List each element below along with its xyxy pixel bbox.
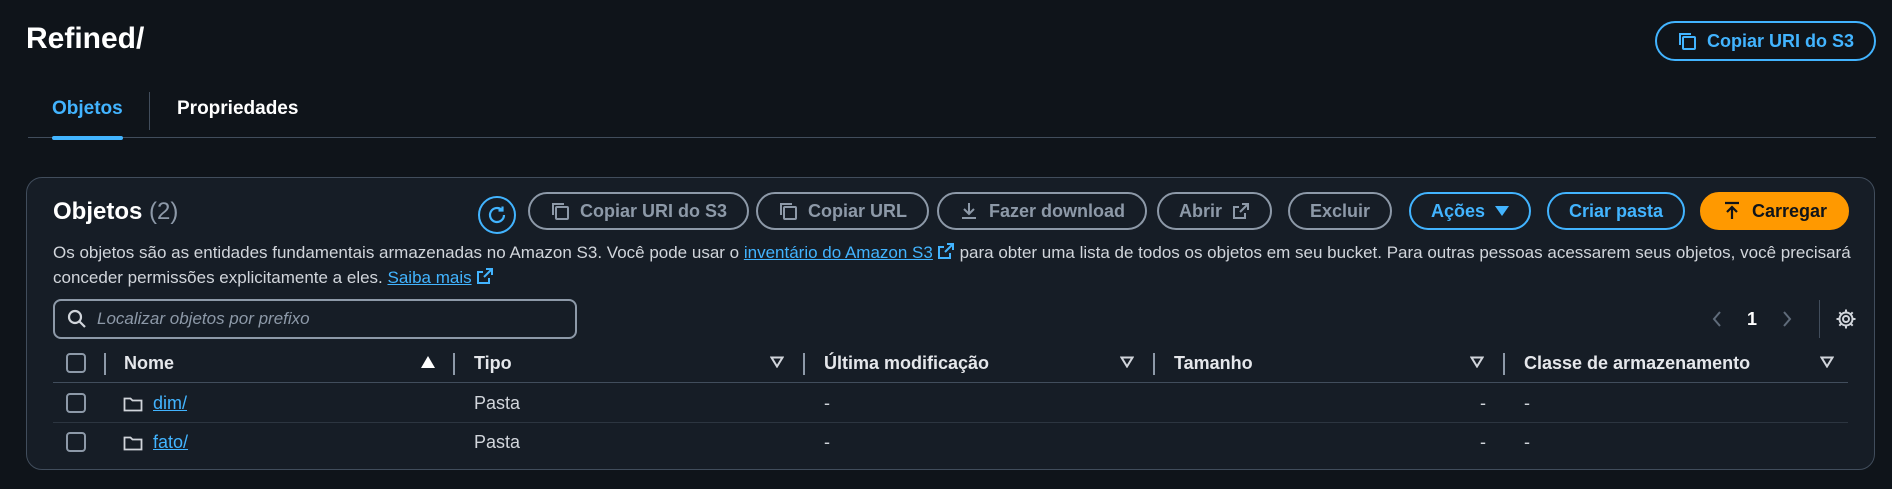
- delete-button[interactable]: Excluir: [1288, 192, 1393, 230]
- folder-icon: [123, 436, 143, 450]
- folder-link[interactable]: fato/: [153, 432, 188, 453]
- s3-inventory-link[interactable]: inventário do Amazon S3: [744, 243, 933, 262]
- external-link-icon: [937, 243, 954, 259]
- create-folder-label: Criar pasta: [1569, 200, 1664, 221]
- row-checkbox[interactable]: [66, 393, 86, 413]
- table-row[interactable]: fato/ Pasta - - -: [53, 423, 1848, 462]
- column-header-type[interactable]: Tipo: [474, 343, 512, 383]
- column-divider: [1153, 353, 1155, 375]
- objects-description: Os objetos são as entidades fundamentais…: [53, 240, 1853, 290]
- column-divider: [803, 353, 805, 375]
- sort-icon[interactable]: [1120, 356, 1134, 368]
- chevron-right-icon: [1783, 311, 1792, 327]
- column-divider: [1503, 353, 1505, 375]
- open-button[interactable]: Abrir: [1157, 192, 1273, 230]
- column-header-size[interactable]: Tamanho: [1174, 343, 1253, 383]
- learn-more-link[interactable]: Saiba mais: [388, 268, 472, 287]
- page-title: Refined/: [26, 22, 145, 55]
- last-modified-cell: -: [824, 393, 830, 413]
- refresh-button[interactable]: [478, 196, 516, 234]
- size-cell: -: [1480, 393, 1486, 413]
- description-text-1: Os objetos são as entidades fundamentais…: [53, 243, 744, 262]
- objects-heading: Objetos (2): [53, 198, 178, 226]
- copy-icon: [552, 203, 569, 220]
- copy-icon: [1678, 33, 1696, 50]
- copy-s3-uri-button[interactable]: Copiar URI do S3: [1654, 21, 1876, 61]
- delete-label: Excluir: [1310, 200, 1371, 221]
- upload-icon: [1725, 201, 1739, 219]
- download-label: Fazer download: [989, 200, 1126, 221]
- external-link-icon: [1233, 203, 1250, 219]
- objects-panel: Objetos (2) Copiar URI do S3 Copiar URL …: [26, 177, 1875, 470]
- copy-uri-label: Copiar URI do S3: [580, 200, 728, 221]
- upload-label: Carregar: [1752, 200, 1828, 221]
- caret-down-icon: [1495, 206, 1510, 216]
- name-cell: dim/: [123, 384, 187, 423]
- tab-bar: Objetos Propriedades: [28, 88, 1876, 140]
- objects-count: (2): [149, 198, 179, 225]
- refresh-icon: [488, 206, 506, 224]
- open-label: Abrir: [1179, 200, 1223, 221]
- copy-s3-uri-label: Copiar URI do S3: [1706, 30, 1854, 51]
- folder-link[interactable]: dim/: [153, 393, 187, 414]
- table-row[interactable]: dim/ Pasta - - -: [53, 384, 1848, 423]
- column-divider: [453, 353, 455, 375]
- type-cell: Pasta: [474, 393, 521, 413]
- copy-url-button[interactable]: Copiar URL: [756, 192, 929, 230]
- table-header: Nome Tipo Última modificação Tamanho Cla…: [53, 343, 1848, 383]
- upload-button[interactable]: Carregar: [1700, 192, 1850, 230]
- tab-properties[interactable]: Propriedades: [177, 88, 298, 138]
- column-header-last-modified[interactable]: Última modificação: [824, 343, 989, 383]
- column-divider: [104, 353, 106, 375]
- download-button[interactable]: Fazer download: [937, 192, 1148, 230]
- pagination-divider: [1819, 300, 1820, 338]
- gear-icon: [1836, 309, 1856, 329]
- current-page[interactable]: 1: [1735, 309, 1769, 330]
- create-folder-button[interactable]: Criar pasta: [1547, 192, 1686, 230]
- next-page-button[interactable]: [1769, 301, 1805, 337]
- size-cell: -: [1480, 432, 1486, 452]
- row-checkbox[interactable]: [66, 432, 86, 452]
- select-all-checkbox[interactable]: [66, 353, 86, 373]
- copy-icon: [780, 203, 797, 220]
- search-icon: [67, 309, 86, 328]
- chevron-left-icon: [1712, 311, 1721, 327]
- tab-divider: [149, 92, 150, 130]
- copy-url-label: Copiar URL: [808, 200, 907, 221]
- column-header-storage-class[interactable]: Classe de armazenamento: [1524, 343, 1750, 383]
- column-header-name[interactable]: Nome: [124, 343, 174, 383]
- storage-class-cell: -: [1524, 393, 1530, 413]
- copy-uri-button[interactable]: Copiar URI do S3: [528, 192, 750, 230]
- external-link-icon: [476, 268, 493, 284]
- sort-icon[interactable]: [1820, 356, 1834, 368]
- actions-dropdown[interactable]: Ações: [1409, 192, 1532, 230]
- download-icon: [962, 203, 976, 219]
- search-field[interactable]: [53, 299, 577, 339]
- storage-class-cell: -: [1524, 432, 1530, 452]
- previous-page-button[interactable]: [1699, 301, 1735, 337]
- name-cell: fato/: [123, 423, 188, 462]
- sort-ascending-icon[interactable]: [421, 356, 435, 368]
- table-preferences-button[interactable]: [1828, 301, 1864, 337]
- search-input[interactable]: [97, 309, 575, 329]
- type-cell: Pasta: [474, 432, 521, 452]
- folder-icon: [123, 397, 143, 411]
- tab-objects[interactable]: Objetos: [52, 88, 123, 140]
- sort-icon[interactable]: [1470, 356, 1484, 368]
- pagination: 1: [1699, 299, 1864, 339]
- objects-title: Objetos: [53, 198, 143, 225]
- last-modified-cell: -: [824, 432, 830, 452]
- actions-label: Ações: [1431, 200, 1486, 221]
- sort-icon[interactable]: [770, 356, 784, 368]
